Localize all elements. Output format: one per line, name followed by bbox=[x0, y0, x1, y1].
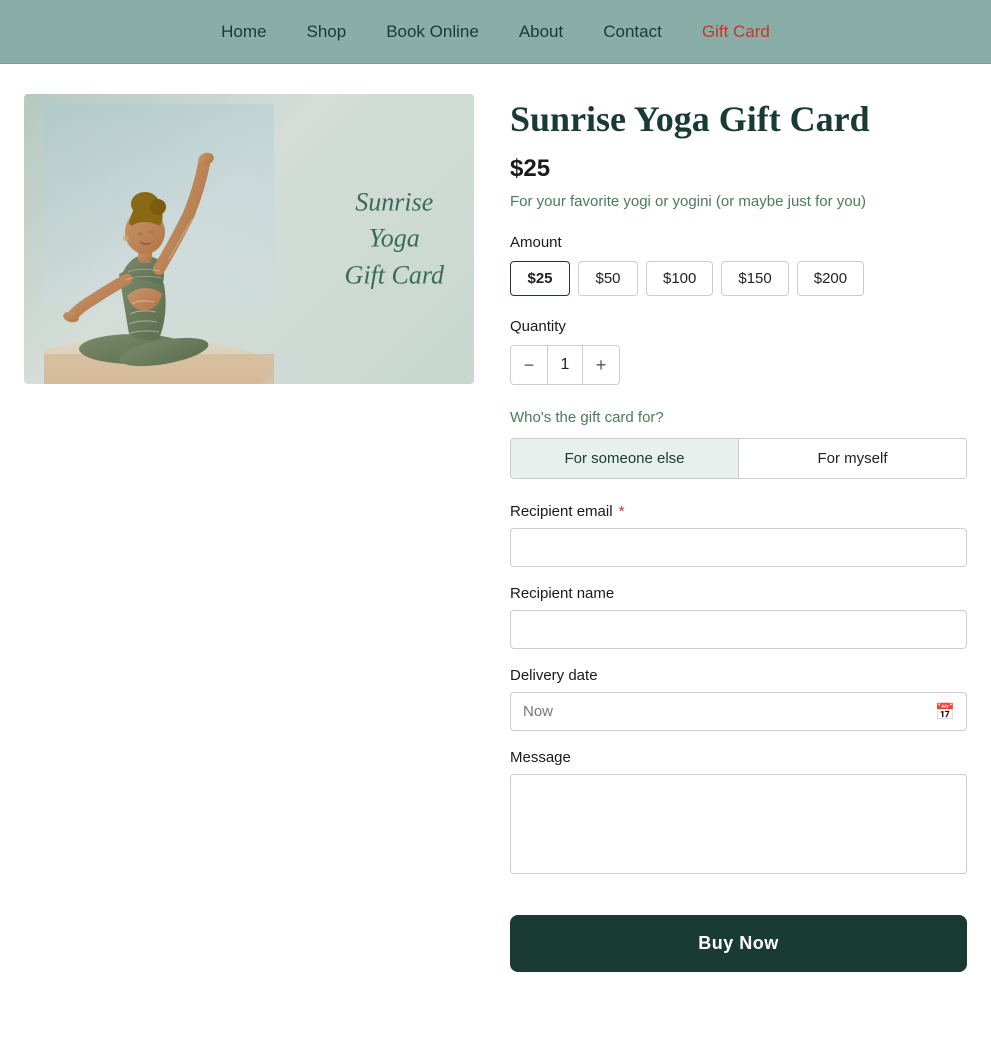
product-price: $25 bbox=[510, 155, 967, 183]
message-label: Message bbox=[510, 749, 967, 766]
product-image-container: Sunrise Yoga Gift Card bbox=[24, 94, 474, 384]
amount-options: $25 $50 $100 $150 $200 bbox=[510, 261, 967, 296]
main-navigation: Home Shop Book Online About Contact Gift… bbox=[0, 0, 991, 64]
recipient-question: Who's the gift card for? bbox=[510, 409, 967, 426]
recipient-email-input[interactable] bbox=[510, 528, 967, 567]
product-details: Sunrise Yoga Gift Card $25 For your favo… bbox=[510, 94, 967, 972]
buy-now-button[interactable]: Buy Now bbox=[510, 915, 967, 972]
amount-btn-25[interactable]: $25 bbox=[510, 261, 570, 296]
nav-gift-card[interactable]: Gift Card bbox=[702, 22, 770, 42]
amount-btn-150[interactable]: $150 bbox=[721, 261, 788, 296]
amount-btn-50[interactable]: $50 bbox=[578, 261, 638, 296]
recipient-name-group: Recipient name bbox=[510, 585, 967, 649]
quantity-section: Quantity − 1 + bbox=[510, 318, 967, 385]
recipient-email-label: Recipient email * bbox=[510, 503, 967, 520]
page-content: Sunrise Yoga Gift Card Sunrise Yoga Gift… bbox=[0, 64, 991, 1049]
delivery-date-group: Delivery date 📅 bbox=[510, 667, 967, 731]
product-title: Sunrise Yoga Gift Card bbox=[510, 98, 967, 141]
amount-label: Amount bbox=[510, 234, 967, 251]
yoga-figure-svg bbox=[44, 104, 274, 384]
quantity-decrease-button[interactable]: − bbox=[511, 346, 547, 384]
message-group: Message bbox=[510, 749, 967, 879]
toggle-for-someone-else[interactable]: For someone else bbox=[511, 439, 739, 478]
nav-home[interactable]: Home bbox=[221, 22, 266, 42]
gift-card-image: Sunrise Yoga Gift Card bbox=[24, 94, 474, 384]
toggle-for-myself[interactable]: For myself bbox=[739, 439, 966, 478]
recipient-toggle: For someone else For myself bbox=[510, 438, 967, 479]
message-input[interactable] bbox=[510, 774, 967, 874]
date-input-wrapper: 📅 bbox=[510, 692, 967, 731]
quantity-control: − 1 + bbox=[510, 345, 620, 385]
delivery-date-input[interactable] bbox=[510, 692, 967, 731]
nav-about[interactable]: About bbox=[519, 22, 563, 42]
nav-contact[interactable]: Contact bbox=[603, 22, 662, 42]
required-asterisk: * bbox=[615, 503, 625, 520]
product-subtitle: For your favorite yogi or yogini (or may… bbox=[510, 193, 967, 210]
recipient-email-group: Recipient email * bbox=[510, 503, 967, 567]
quantity-label: Quantity bbox=[510, 318, 967, 335]
recipient-name-input[interactable] bbox=[510, 610, 967, 649]
gift-card-overlay-text: Sunrise Yoga Gift Card bbox=[345, 184, 444, 293]
delivery-date-label: Delivery date bbox=[510, 667, 967, 684]
quantity-increase-button[interactable]: + bbox=[583, 346, 619, 384]
amount-btn-200[interactable]: $200 bbox=[797, 261, 864, 296]
quantity-value: 1 bbox=[547, 346, 583, 384]
recipient-name-label: Recipient name bbox=[510, 585, 967, 602]
amount-btn-100[interactable]: $100 bbox=[646, 261, 713, 296]
nav-book-online[interactable]: Book Online bbox=[386, 22, 479, 42]
nav-shop[interactable]: Shop bbox=[306, 22, 346, 42]
